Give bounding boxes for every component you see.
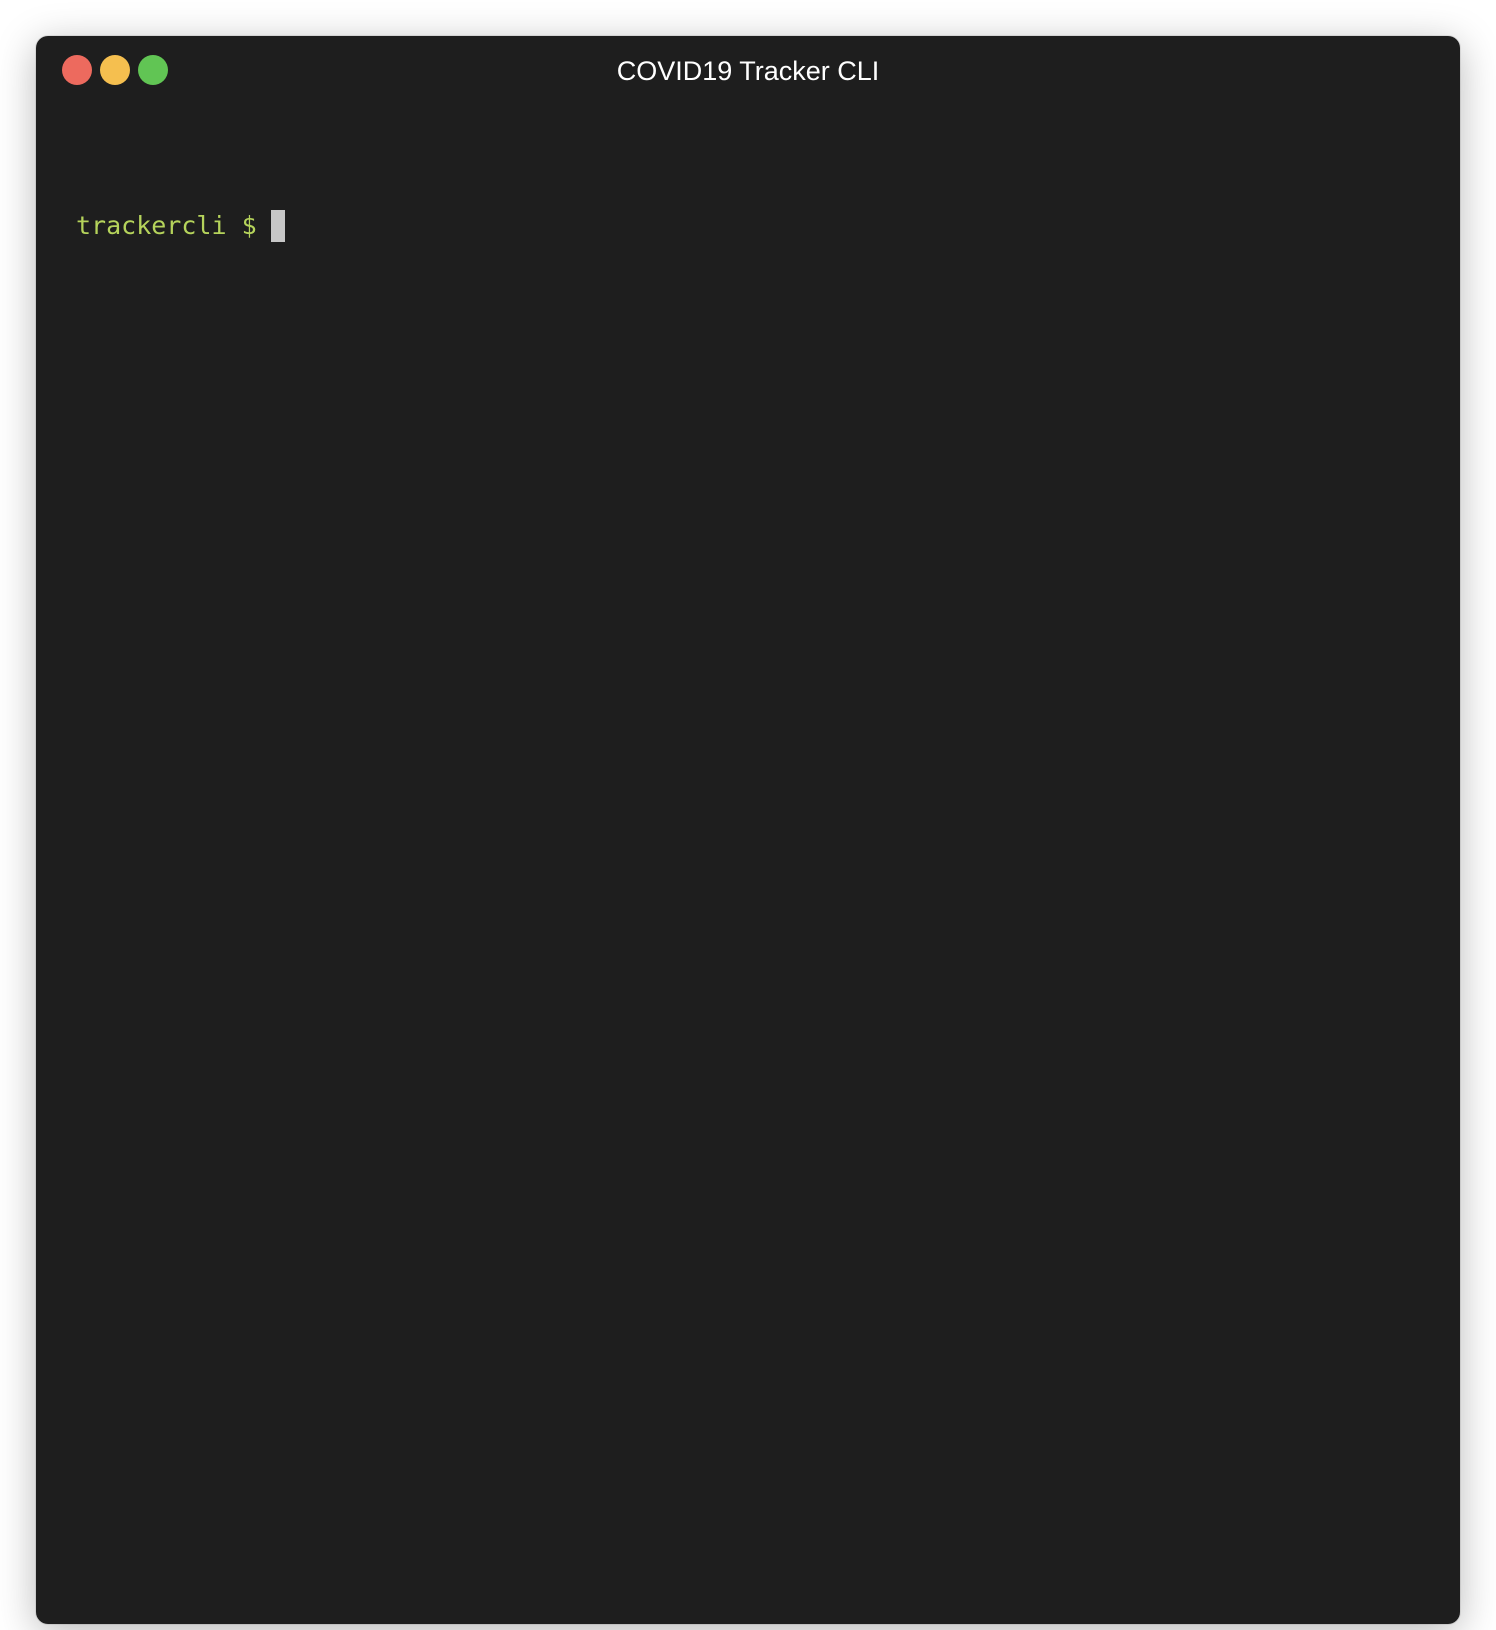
window-title: COVID19 Tracker CLI xyxy=(616,56,880,86)
text-cursor xyxy=(270,210,285,242)
title-bar[interactable]: COVID19 Tracker CLI xyxy=(36,36,1460,104)
terminal-content[interactable]: trackercli $ xyxy=(76,210,285,242)
terminal-window: COVID19 Tracker CLI trackercli $ xyxy=(36,36,1460,1624)
command-prompt: trackercli $ xyxy=(76,211,257,240)
